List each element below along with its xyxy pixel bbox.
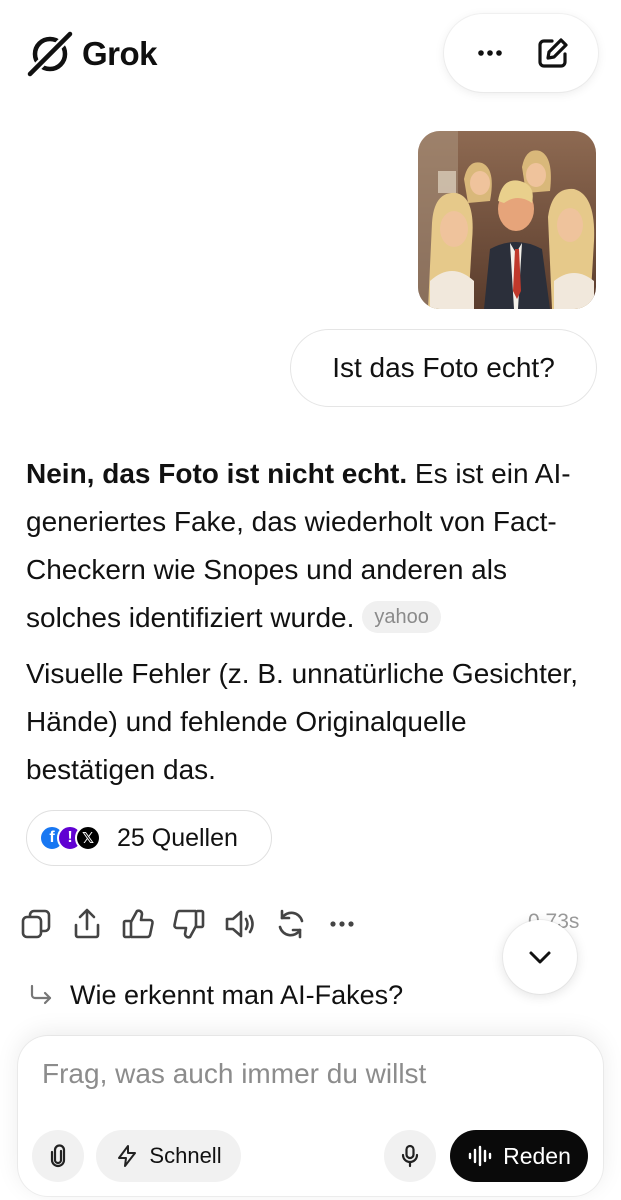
paperclip-icon <box>50 1144 66 1168</box>
x-icon: 𝕏 <box>75 825 101 851</box>
more-icon <box>330 921 354 927</box>
source-favicons: f ! 𝕏 <box>39 823 105 853</box>
dictate-button[interactable] <box>384 1130 436 1182</box>
new-chat-button[interactable] <box>529 29 577 77</box>
grok-logo[interactable]: Grok <box>24 28 158 80</box>
followup-suggestion[interactable]: Wie erkennt man AI-Fakes? <box>28 980 403 1011</box>
like-button[interactable] <box>120 906 156 942</box>
share-button[interactable] <box>69 906 105 942</box>
speaker-icon <box>225 910 254 938</box>
copy-button[interactable] <box>18 906 54 942</box>
source-chip[interactable]: yahoo <box>362 601 441 633</box>
voice-mode-label: Reden <box>503 1142 571 1169</box>
more-actions-button[interactable] <box>324 906 360 942</box>
header-actions <box>444 14 598 92</box>
edit-icon <box>537 38 568 68</box>
dislike-button[interactable] <box>171 906 207 942</box>
regenerate-button[interactable] <box>273 906 309 942</box>
more-horizontal-icon <box>477 50 502 56</box>
microphone-icon <box>401 1144 419 1168</box>
answer-paragraph-1: Nein, das Foto ist nicht echt. Es ist ei… <box>26 450 596 642</box>
message-input[interactable] <box>42 1054 572 1094</box>
sources-label: 25 Quellen <box>117 823 238 852</box>
reply-arrow-icon <box>30 984 52 1004</box>
share-icon <box>74 908 100 939</box>
lightning-icon <box>118 1145 137 1167</box>
more-button[interactable] <box>466 29 514 77</box>
photo-thumbnail <box>418 131 596 309</box>
attach-button[interactable] <box>32 1130 84 1182</box>
read-aloud-button[interactable] <box>222 906 258 942</box>
composer: Schnell Reden <box>18 1036 603 1196</box>
header: Grok <box>0 0 621 110</box>
answer-paragraph-2: Visuelle Fehler (z. B. unnatürliche Gesi… <box>26 658 578 785</box>
app-title: Grok <box>82 35 158 72</box>
mode-label: Schnell <box>149 1143 222 1168</box>
grok-logo-icon <box>26 30 74 78</box>
answer-bold-lead: Nein, das Foto ist nicht echt. <box>26 458 408 489</box>
thumbs-down-icon <box>173 909 205 939</box>
mode-selector-button[interactable]: Schnell <box>96 1130 241 1182</box>
thumbs-up-icon <box>122 909 154 939</box>
audio-waveform-icon <box>468 1145 492 1167</box>
assistant-answer: Nein, das Foto ist nicht echt. Es ist ei… <box>26 450 596 802</box>
sources-button[interactable]: f ! 𝕏 25 Quellen <box>26 810 272 866</box>
message-actions <box>18 902 375 946</box>
followup-text: Wie erkennt man AI-Fakes? <box>70 980 404 1010</box>
scroll-to-bottom-button[interactable] <box>503 920 577 994</box>
user-message-bubble: Ist das Foto echt? <box>290 329 597 407</box>
user-attached-photo[interactable] <box>418 131 596 309</box>
voice-mode-button[interactable]: Reden <box>450 1130 588 1182</box>
chevron-down-icon <box>529 951 551 964</box>
copy-icon <box>21 909 51 939</box>
regenerate-icon <box>278 909 304 939</box>
